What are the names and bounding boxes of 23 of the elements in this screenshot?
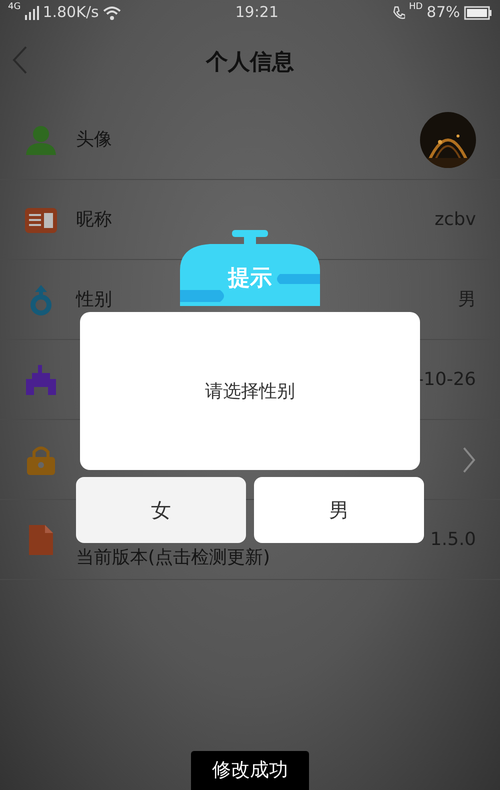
battery-icon: [464, 6, 492, 20]
clock: 19:21: [234, 2, 280, 24]
row-label: 昵称: [76, 208, 112, 232]
page-title: 个人信息: [206, 49, 294, 77]
dialog-title: 提示: [226, 265, 273, 293]
row-value: -10-26: [417, 368, 476, 392]
wifi-icon: [102, 6, 121, 20]
signal-icon: [24, 6, 39, 20]
row-value: zcbv: [434, 208, 476, 232]
row-label: 当前版本(点击检测更新): [76, 546, 270, 570]
network-speed: 1.80K/s: [42, 2, 99, 24]
row-label: 头像: [76, 128, 112, 152]
dialog-message: 请选择性别: [205, 380, 295, 404]
row-label: 性别: [76, 288, 112, 312]
battery-percent: 87%: [426, 2, 460, 24]
gender-option[interactable]: 男: [254, 477, 424, 543]
phone-icon: [392, 6, 405, 20]
network-label: 4G: [8, 1, 21, 14]
castle-icon: [24, 362, 58, 396]
gender-option[interactable]: 女: [76, 477, 246, 543]
call-label: HD: [408, 1, 423, 14]
chevron-right-icon: [462, 446, 476, 474]
toast-message: 修改成功: [191, 751, 309, 790]
